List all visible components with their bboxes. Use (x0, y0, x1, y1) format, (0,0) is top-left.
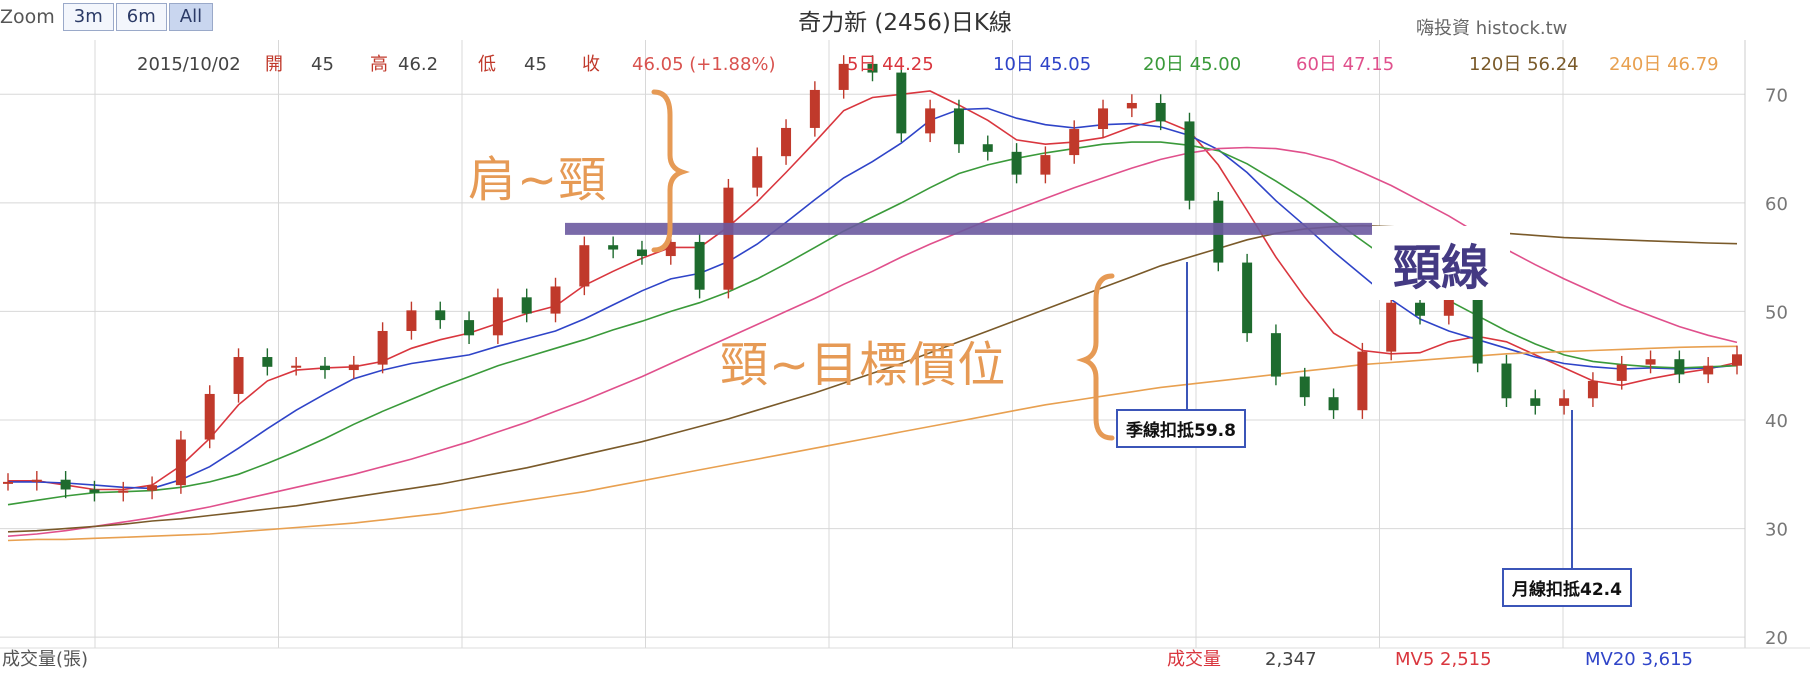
candle-body (1357, 351, 1368, 411)
y-tick-label: 40 (1765, 411, 1788, 432)
candle-body (1559, 398, 1570, 406)
candle-body (1299, 376, 1310, 398)
y-tick-label: 30 (1765, 520, 1788, 541)
candle-body (60, 479, 71, 490)
candle-body (89, 489, 100, 493)
shoulder-neck-label: 肩~頸 (468, 152, 608, 208)
info-bar-item-12: 60日 47.15 (1296, 54, 1394, 75)
volume-bar-item-2: 2,347 (1265, 649, 1317, 670)
candle-body (896, 72, 907, 134)
candle-body (1270, 333, 1281, 377)
neckline-label: 頸線 (1372, 226, 1510, 300)
candle-body (1703, 365, 1714, 375)
info-bar-item-9: 5日 44.25 (847, 54, 934, 75)
candle-body (1501, 363, 1512, 399)
info-bar-item-4: 46.2 (398, 54, 438, 75)
candle-body (521, 297, 532, 314)
candle-body (608, 245, 619, 250)
candle-body (636, 249, 647, 257)
candle-body (809, 89, 820, 128)
candle-body (1011, 151, 1022, 175)
y-tick-label: 20 (1765, 628, 1788, 649)
candle-body (1184, 121, 1195, 201)
candle-body (406, 310, 417, 331)
candle-body (377, 330, 388, 365)
volume-bar-item-4: MV20 3,615 (1585, 649, 1693, 670)
candle-body (175, 439, 186, 486)
quarter-deduct-callout: 季線扣抵59.8 (1116, 409, 1246, 448)
candle-body (1530, 398, 1541, 406)
candle-body (435, 310, 446, 321)
candle-body (1732, 354, 1742, 366)
candle-body (1126, 102, 1137, 109)
info-bar-item-5: 低 (478, 54, 496, 75)
y-tick-label: 50 (1765, 302, 1788, 323)
candle-body (147, 485, 158, 491)
candle-body (953, 108, 964, 145)
candle-body (1155, 102, 1166, 122)
candle-body (1645, 359, 1656, 365)
volume-bar-item-3: MV5 2,515 (1395, 649, 1492, 670)
y-tick-label: 60 (1765, 194, 1788, 215)
neck-target-label: 頸~目標價位 (720, 337, 1007, 393)
candle-body (982, 144, 993, 152)
month-deduct-callout: 月線扣抵42.4 (1502, 568, 1632, 607)
candle-body (1415, 302, 1426, 316)
candle-body (1040, 155, 1051, 175)
candle-body (1674, 359, 1685, 375)
candle-body (348, 364, 359, 371)
info-bar-item-14: 240日 46.79 (1609, 54, 1719, 75)
candle-body (694, 241, 705, 290)
info-bar-item-0: 2015/10/02 (137, 54, 241, 75)
candle-body (1443, 298, 1454, 316)
info-bar-item-1: 開 (265, 54, 283, 75)
info-bar-item-7: 收 (582, 54, 600, 75)
candle-body (233, 357, 244, 394)
candle-body (1098, 108, 1109, 130)
candle-body (1472, 298, 1483, 364)
info-bar-item-6: 45 (524, 54, 547, 75)
volume-bar-item-0: 成交量(張) (2, 649, 88, 670)
candle-body (752, 156, 763, 188)
candle-body (3, 481, 13, 484)
candle-body (1616, 364, 1627, 381)
candle-body (492, 297, 503, 336)
candle-body (1242, 262, 1253, 334)
info-bar-item-10: 10日 45.05 (993, 54, 1091, 75)
candle-body (723, 187, 734, 290)
candle-body (1587, 380, 1598, 399)
candle-body (1328, 397, 1339, 411)
stock-chart-panel: Zoom 3m 6m All 奇力新 (2456)日K線 嗨投資 histock… (0, 0, 1810, 674)
candle-body (1386, 302, 1397, 352)
candle-body (118, 490, 129, 493)
candle-body (925, 108, 936, 134)
y-tick-label: 70 (1765, 85, 1788, 106)
volume-bar-item-1: 成交量 (1167, 649, 1221, 670)
candle-body (319, 365, 330, 371)
candle-body (781, 127, 792, 157)
candle-body (291, 365, 302, 368)
info-bar-item-11: 20日 45.00 (1143, 54, 1241, 75)
candle-body (1069, 129, 1080, 156)
candle-body (262, 357, 273, 367)
candle-body (550, 286, 561, 314)
info-bar-item-13: 120日 56.24 (1469, 54, 1579, 75)
info-bar-item-2: 45 (311, 54, 334, 75)
candle-body (204, 393, 215, 440)
info-bar-item-3: 高 (370, 54, 388, 75)
info-bar-item-8: 46.05 (+1.88%) (632, 54, 776, 75)
candle-body (464, 320, 475, 336)
candle-body (31, 479, 42, 482)
candle-body (579, 245, 590, 287)
